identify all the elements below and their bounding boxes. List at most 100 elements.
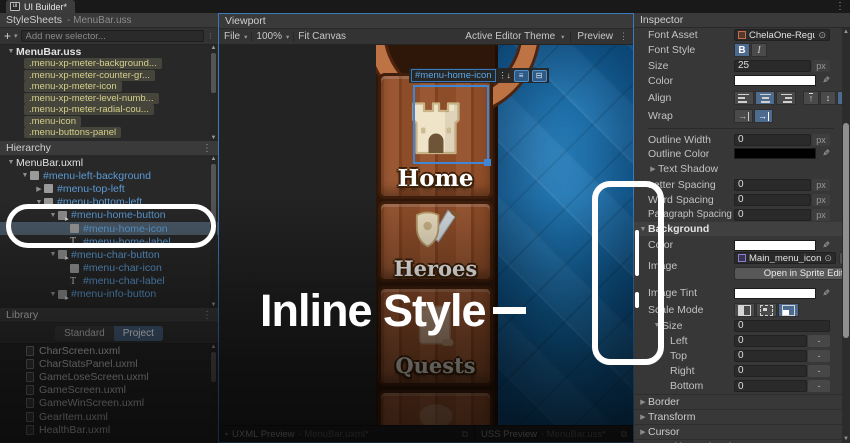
wrap-on-button[interactable]: → bbox=[754, 109, 773, 123]
editor-theme-select[interactable]: Active Editor Theme bbox=[465, 31, 555, 42]
px-unit[interactable]: px bbox=[812, 194, 830, 206]
uss-root-row[interactable]: ▼ MenuBar.uss bbox=[0, 45, 218, 58]
text-shadow-foldout[interactable]: ▶ Text Shadow bbox=[648, 161, 842, 177]
tab-standard[interactable]: Standard bbox=[55, 326, 114, 341]
uss-selector-row[interactable]: .menu-icon bbox=[0, 116, 218, 128]
uxml-preview-bar[interactable]: ▾ UXML Preview - MenuBar.uxml* ⧉ bbox=[219, 426, 475, 442]
stylesheets-kebab-icon[interactable]: ⋮ bbox=[207, 32, 214, 40]
uxml-open-external-icon[interactable]: ⧉ bbox=[462, 429, 468, 440]
tree-item-menubar-uxml[interactable]: ▼ MenuBar.uxml bbox=[0, 156, 218, 169]
uss-selector-pill[interactable]: .menu-xp-meter-level-numb... bbox=[24, 93, 159, 104]
window-kebab-icon[interactable]: ⋮ bbox=[835, 0, 845, 13]
uxml-preview-dropdown-icon[interactable]: ▾ bbox=[225, 431, 228, 438]
uss-selector-pill[interactable]: .menu-xp-meter-counter-gr... bbox=[24, 70, 155, 81]
eyedropper-icon[interactable]: ✎ bbox=[819, 75, 830, 86]
object-picker-icon[interactable]: ⊙ bbox=[824, 253, 832, 264]
foldout-closed-icon[interactable]: ▶ bbox=[34, 185, 44, 193]
heroes-button-tile[interactable]: Heroes bbox=[378, 201, 493, 282]
letter-spacing-input[interactable] bbox=[734, 179, 811, 191]
hierarchy-kebab-icon[interactable]: ⋮ bbox=[202, 143, 212, 154]
bg-size-foldout-row[interactable]: ▼ Size bbox=[648, 318, 842, 333]
eyedropper-icon[interactable]: ✎ bbox=[819, 148, 830, 159]
bottom-input[interactable] bbox=[734, 380, 807, 392]
outline-width-input[interactable] bbox=[734, 134, 811, 146]
background-section-header[interactable]: ▼ Background bbox=[634, 222, 842, 236]
zoom-dropdown-icon[interactable]: ▾ bbox=[286, 33, 289, 41]
uss-selector-pill[interactable]: .menu-icon bbox=[24, 116, 81, 127]
left-input[interactable] bbox=[734, 335, 807, 347]
uss-open-external-icon[interactable]: ⧉ bbox=[621, 429, 627, 440]
transition-animations-foldout[interactable]: ▶ Transition Animations bbox=[634, 439, 842, 443]
eyedropper-icon[interactable]: ✎ bbox=[819, 240, 830, 251]
file-menu[interactable]: File bbox=[224, 31, 240, 42]
library-file-row[interactable]: GearItem.uxml bbox=[0, 410, 218, 423]
library-file-row[interactable]: GameWinScreen.uxml bbox=[0, 397, 218, 410]
uss-preview-bar[interactable]: USS Preview - MenuBar.uss* ⧉ bbox=[475, 426, 633, 442]
library-kebab-icon[interactable]: ⋮ bbox=[202, 310, 212, 321]
library-file-row[interactable]: CharScreen.uxml bbox=[0, 344, 218, 357]
move-handle-icon[interactable]: ⋮↓ bbox=[499, 71, 511, 80]
italic-button[interactable]: I bbox=[751, 43, 767, 57]
align-right-button[interactable] bbox=[776, 91, 796, 105]
dock-inspector-icon[interactable]: ≡ bbox=[514, 70, 529, 82]
align-top-button[interactable]: ↑ bbox=[803, 91, 819, 105]
tree-item-menu-home-label[interactable]: T #menu-home-label bbox=[0, 235, 218, 248]
shop-button-tile[interactable] bbox=[378, 390, 493, 425]
library-file-row[interactable]: GameLoseScreen.uxml bbox=[0, 370, 218, 383]
foldout-open-icon[interactable]: ▼ bbox=[48, 291, 58, 298]
foldout-closed-icon[interactable]: ▶ bbox=[648, 165, 658, 173]
foldout-open-icon[interactable]: ▼ bbox=[638, 226, 648, 233]
uss-selector-row[interactable]: .menu-xp-meter-level-numb... bbox=[0, 93, 218, 105]
uss-selector-row[interactable]: .menu-xp-meter-counter-gr... bbox=[0, 70, 218, 82]
tree-item-menu-char-icon[interactable]: #menu-char-icon bbox=[0, 262, 218, 275]
unit-dropdown[interactable]: - bbox=[808, 380, 830, 392]
px-unit[interactable]: px bbox=[812, 134, 830, 146]
object-picker-icon[interactable]: ⊙ bbox=[818, 30, 826, 41]
scroll-down-icon[interactable]: ▼ bbox=[842, 436, 850, 442]
background-color-swatch[interactable] bbox=[734, 240, 816, 251]
tree-item-menu-home-button[interactable]: ▼ #menu-home-button bbox=[0, 209, 218, 222]
bold-button[interactable]: B bbox=[734, 43, 750, 57]
scrollbar-thumb[interactable] bbox=[211, 164, 216, 234]
foldout-open-icon[interactable]: ▼ bbox=[34, 199, 44, 206]
scale-mode-fit-button[interactable] bbox=[756, 303, 777, 317]
add-selector-input[interactable] bbox=[21, 30, 204, 42]
font-asset-field[interactable]: ChelaOne-Regular SDF T (F ⊙ bbox=[734, 29, 830, 41]
image-object-field[interactable]: Main_menu_icon ⊙ bbox=[734, 252, 836, 264]
uss-selector-row[interactable]: .menu-xp-meter-icon bbox=[0, 81, 218, 93]
preview-toggle[interactable]: Preview bbox=[577, 31, 613, 42]
scale-mode-fill-button[interactable] bbox=[778, 303, 799, 317]
size-input[interactable] bbox=[734, 60, 811, 72]
foldout-open-icon[interactable]: ▼ bbox=[6, 159, 16, 166]
selected-element-header[interactable]: #menu-home-icon ⋮↓ ≡ ⊟ bbox=[409, 68, 549, 83]
foldout-open-icon[interactable]: ▼ bbox=[48, 212, 58, 219]
scrollbar-thumb[interactable] bbox=[843, 123, 849, 338]
foldout-open-icon[interactable]: ▼ bbox=[48, 251, 58, 258]
inspector-scrollbar[interactable]: ▲ ▼ bbox=[842, 28, 850, 443]
foldout-open-icon[interactable]: ▼ bbox=[652, 322, 662, 329]
align-left-button[interactable] bbox=[734, 91, 754, 105]
tree-item-menu-char-button[interactable]: ▼ #menu-char-button bbox=[0, 248, 218, 261]
transform-foldout[interactable]: ▶ Transform bbox=[634, 409, 842, 424]
scrollbar-thumb[interactable] bbox=[211, 53, 216, 93]
add-selector-dropdown-icon[interactable]: ▾ bbox=[14, 32, 18, 40]
foldout-closed-icon[interactable]: ▶ bbox=[638, 413, 648, 421]
image-tint-swatch[interactable] bbox=[734, 288, 816, 299]
outline-color-swatch[interactable] bbox=[734, 148, 816, 159]
scrollbar-thumb[interactable] bbox=[211, 352, 216, 382]
scroll-up-icon[interactable]: ▲ bbox=[210, 156, 217, 162]
unit-dropdown[interactable]: - bbox=[808, 365, 830, 377]
cursor-foldout[interactable]: ▶ Cursor bbox=[634, 424, 842, 439]
scroll-up-icon[interactable]: ▲ bbox=[210, 344, 217, 350]
foldout-closed-icon[interactable]: ▶ bbox=[638, 428, 648, 436]
px-unit[interactable]: px bbox=[812, 179, 830, 191]
foldout-open-icon[interactable]: ▼ bbox=[6, 48, 16, 55]
wrap-off-button[interactable]: → bbox=[734, 109, 753, 123]
bg-size-input[interactable] bbox=[734, 320, 830, 332]
selection-outline[interactable] bbox=[413, 85, 489, 164]
uss-selector-pill[interactable]: .menu-buttons-panel bbox=[24, 127, 121, 138]
viewport-kebab-icon[interactable]: ⋮ bbox=[619, 31, 628, 42]
tab-project[interactable]: Project bbox=[114, 326, 163, 341]
eyedropper-icon[interactable]: ✎ bbox=[819, 288, 830, 299]
library-file-row[interactable]: HealthBar.uxml bbox=[0, 423, 218, 436]
